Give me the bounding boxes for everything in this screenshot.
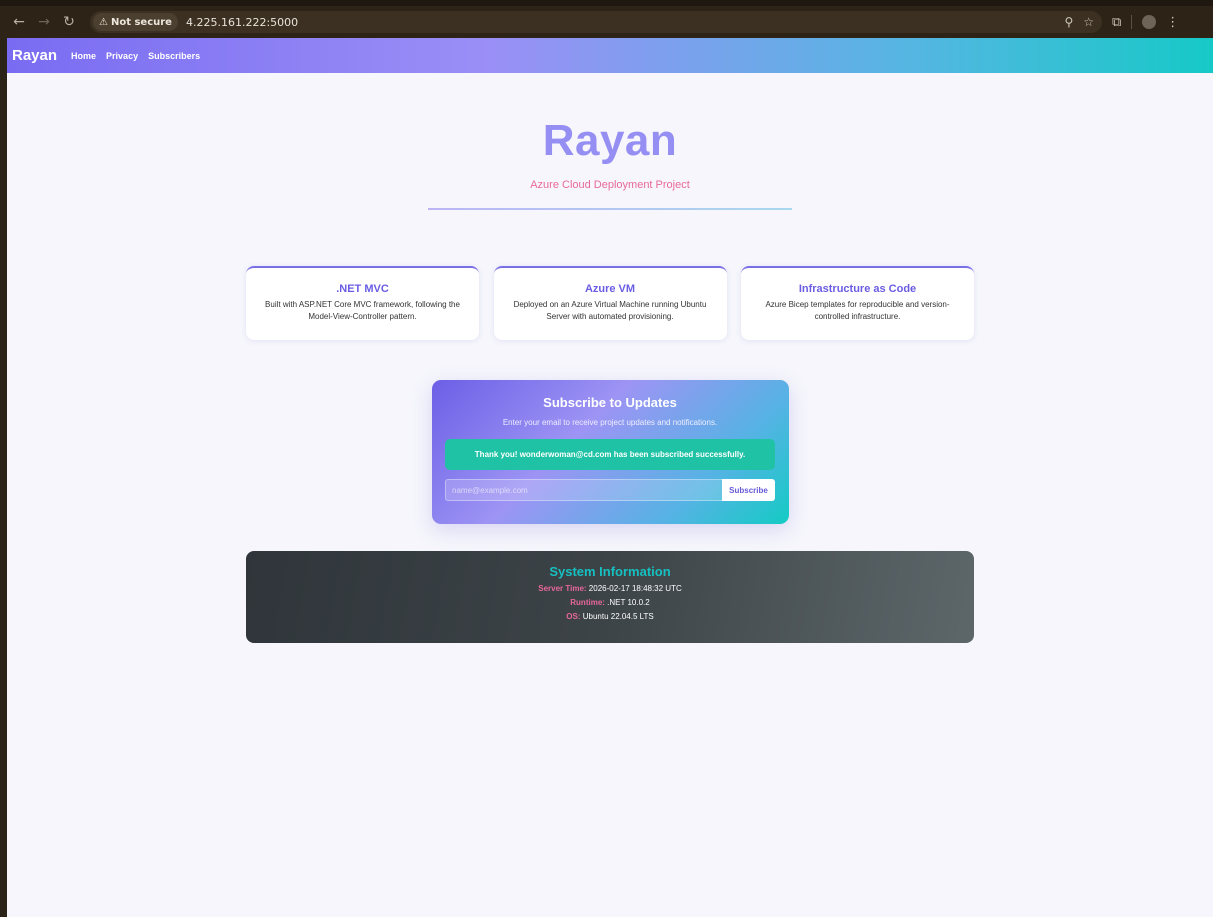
browser-nav: ← → ↻ [8,14,80,30]
hero-title: Rayan [542,116,678,165]
warning-icon: ⚠ [99,16,108,28]
menu-kebab-icon[interactable]: ⋮ [1166,15,1179,30]
runtime-value: .NET 10.0.2 [607,598,650,607]
subscribe-panel: Subscribe to Updates Enter your email to… [431,380,789,524]
feature-card-azure-vm: Azure VM Deployed on an Azure Virtual Ma… [493,266,727,340]
url-text[interactable]: 4.225.161.222:5000 [186,16,298,29]
feature-card-mvc: .NET MVC Built with ASP.NET Core MVC fra… [246,266,479,340]
feature-card-title: Azure VM [584,283,636,295]
feature-card-title: Infrastructure as Code [798,283,917,295]
nav-link-privacy[interactable]: Privacy [106,51,138,61]
server-time-row: Server Time: 2026-02-17 18:48:32 UTC [246,583,974,594]
extensions-icon[interactable]: ⧉ [1112,15,1121,30]
subscribe-button[interactable]: Subscribe [722,479,775,501]
security-chip[interactable]: ⚠ Not secure [93,13,178,31]
os-label: OS: [566,612,581,621]
feature-cards: .NET MVC Built with ASP.NET Core MVC fra… [246,266,974,340]
address-bar[interactable]: ⚠ Not secure 4.225.161.222:5000 ⚲ ☆ [90,11,1102,33]
back-arrow-icon[interactable]: ← [8,14,30,30]
feature-card-title: .NET MVC [336,283,389,295]
bookmark-star-icon[interactable]: ☆ [1083,15,1094,29]
feature-card-description: Azure Bicep templates for reproducible a… [765,300,950,321]
hero-section: Rayan Azure Cloud Deployment Project [7,73,1213,210]
system-info-panel: System Information Server Time: 2026-02-… [246,551,974,643]
reload-icon[interactable]: ↻ [58,14,80,30]
feature-card-iac: Infrastructure as Code Azure Bicep templ… [741,266,974,340]
system-info-title: System Information [549,564,671,579]
hero-subtitle: Azure Cloud Deployment Project [530,179,690,191]
security-label: Not secure [110,16,172,28]
server-time-value: 2026-02-17 18:48:32 UTC [588,584,682,593]
success-alert: Thank you! wonderwoman@cd.com has been s… [445,439,775,470]
site-navbar: Rayan Home Privacy Subscribers [7,38,1213,73]
hero-divider [428,208,792,210]
email-input[interactable] [445,479,722,501]
runtime-label: Runtime: [570,598,605,607]
profile-avatar-icon[interactable] [1142,15,1157,29]
os-row: OS: Ubuntu 22.04.5 LTS [246,611,974,622]
server-time-label: Server Time: [538,584,587,593]
page-viewport: Rayan Home Privacy Subscribers Rayan Azu… [7,38,1213,917]
brand-link[interactable]: Rayan [12,47,57,64]
runtime-row: Runtime: .NET 10.0.2 [246,597,974,608]
subscribe-title: Subscribe to Updates [543,395,677,410]
subscribe-description: Enter your email to receive project upda… [502,418,718,427]
nav-link-subscribers[interactable]: Subscribers [148,51,200,61]
browser-toolbar: ← → ↻ ⚠ Not secure 4.225.161.222:5000 ⚲ … [0,0,1213,38]
forward-arrow-icon[interactable]: → [33,14,55,30]
nav-link-home[interactable]: Home [71,51,96,61]
feature-card-description: Built with ASP.NET Core MVC framework, f… [265,300,460,321]
zoom-icon[interactable]: ⚲ [1064,15,1073,29]
feature-card-description: Deployed on an Azure Virtual Machine run… [513,300,707,321]
subscribe-form: Subscribe [445,479,775,501]
os-value: Ubuntu 22.04.5 LTS [582,612,654,621]
toolbar-divider [1131,15,1133,29]
